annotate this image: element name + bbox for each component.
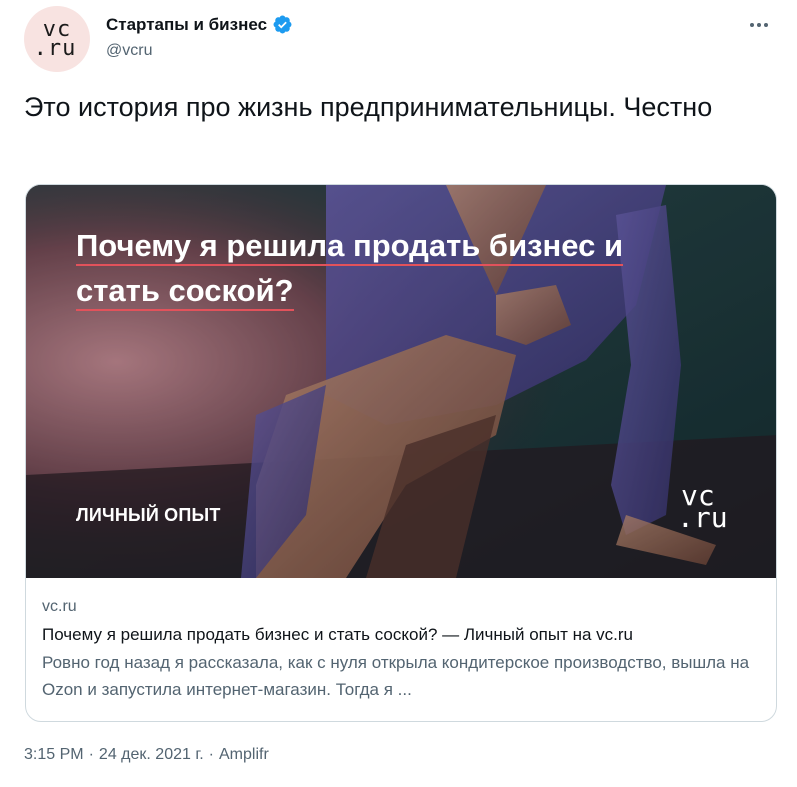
card-media-image[interactable]: Почему я решила продать бизнес и стать с… bbox=[26, 185, 776, 578]
author-handle[interactable]: @vcru bbox=[106, 42, 152, 60]
verified-badge-icon bbox=[273, 15, 292, 34]
card-domain: vc.ru bbox=[42, 598, 77, 615]
card-media-logo: vc .ru bbox=[677, 482, 728, 532]
tweet-text: Это история про жизнь предпринимательниц… bbox=[24, 92, 713, 122]
card-description: Ровно год назад я рассказала, как с нуля… bbox=[42, 653, 750, 699]
card-media-logo-line-2: .ru bbox=[677, 501, 728, 534]
tweet-date[interactable]: 24 дек. 2021 г. bbox=[99, 746, 204, 764]
more-dots-icon bbox=[764, 23, 768, 27]
card-media-headline-line-2: стать соской? bbox=[76, 273, 294, 311]
more-dots-icon bbox=[757, 23, 761, 27]
meta-separator: · bbox=[208, 746, 214, 763]
author-avatar[interactable]: vc .ru bbox=[24, 6, 90, 72]
card-media-tag: ЛИЧНЫЙ ОПЫТ bbox=[76, 505, 221, 525]
author-name-row[interactable]: Стартапы и бизнес bbox=[106, 14, 293, 35]
tweet-source-app[interactable]: Amplifr bbox=[219, 746, 269, 764]
more-options-button[interactable] bbox=[743, 14, 775, 36]
author-display-name[interactable]: Стартапы и бизнес bbox=[106, 15, 267, 35]
link-preview-card[interactable]: Почему я решила продать бизнес и стать с… bbox=[25, 184, 777, 722]
card-media-headline: Почему я решила продать бизнес и стать с… bbox=[76, 223, 716, 313]
meta-separator: · bbox=[88, 746, 94, 763]
more-dots-icon bbox=[750, 23, 754, 27]
tweet-meta: 3:15 PM · 24 дек. 2021 г. · Amplifr bbox=[24, 746, 269, 764]
card-media-headline-line-1: Почему я решила продать бизнес и bbox=[76, 228, 624, 266]
card-title: Почему я решила продать бизнес и стать с… bbox=[42, 625, 633, 644]
tweet: vc .ru Стартапы и бизнес @vcru Это истор… bbox=[0, 0, 797, 787]
avatar-logo-line-2: .ru bbox=[33, 36, 77, 61]
card-body[interactable]: vc.ru Почему я решила продать бизнес и с… bbox=[26, 578, 776, 703]
tweet-time[interactable]: 3:15 PM bbox=[24, 746, 84, 764]
